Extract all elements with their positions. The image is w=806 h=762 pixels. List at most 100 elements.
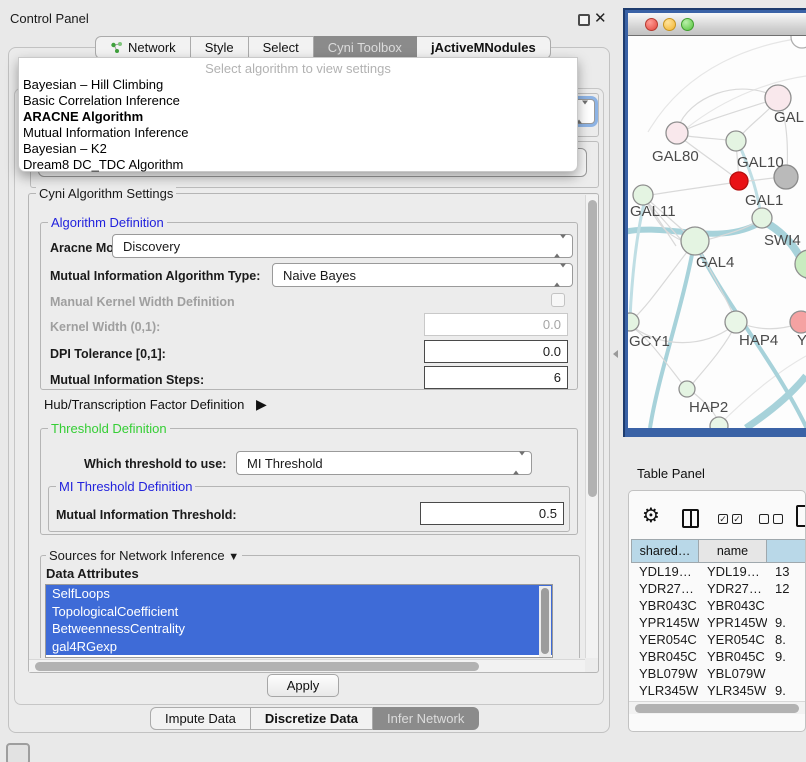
network-view-canvas[interactable]: GAL GAL80 GAL10 GAL1 GAL11 SWI4 GAL4 GCY… xyxy=(628,36,806,428)
node[interactable] xyxy=(791,36,806,48)
table-row[interactable]: YBR043CYBR043C xyxy=(631,597,806,614)
settings-vertical-scrollbar[interactable] xyxy=(585,195,598,658)
tab-impute-data[interactable]: Impute Data xyxy=(150,707,251,730)
node-hap2[interactable] xyxy=(679,381,695,397)
panel-title: Control Panel xyxy=(10,11,89,26)
node-y[interactable] xyxy=(790,311,806,333)
minimized-panel-icon[interactable] xyxy=(6,743,30,762)
popup-item-basic-correlation[interactable]: Basic Correlation Inference xyxy=(19,93,577,109)
list-vertical-scrollbar[interactable] xyxy=(539,586,551,658)
node-label: GAL11 xyxy=(630,203,676,220)
tab-discretize-data[interactable]: Discretize Data xyxy=(251,707,373,730)
hub-definition-label: Hub/Transcription Factor Definition xyxy=(44,397,244,412)
table-horizontal-scrollbar[interactable] xyxy=(629,701,806,714)
dpi-tolerance-input[interactable]: 0.0 xyxy=(424,340,568,363)
manual-kernel-checkbox[interactable] xyxy=(551,293,565,307)
cell-shared: YDL19… xyxy=(631,563,699,580)
tab-select[interactable]: Select xyxy=(249,36,314,59)
algorithm-dropdown-popup: Select algorithm to view settings Bayesi… xyxy=(18,57,578,172)
tab-jactivemnodules[interactable]: jActiveMNodules xyxy=(417,36,551,59)
scrollbar-thumb[interactable] xyxy=(588,200,597,497)
close-traffic-light-icon[interactable] xyxy=(645,18,658,31)
popup-item-dream8[interactable]: Dream8 DC_TDC Algorithm xyxy=(19,157,577,173)
list-item[interactable]: TopologicalCoefficient xyxy=(46,603,552,621)
list-item[interactable]: gal4RGexp xyxy=(46,638,552,656)
unchecked-checkbox-icon[interactable] xyxy=(759,514,769,524)
node-gal4[interactable] xyxy=(681,227,709,255)
node-label: Y xyxy=(797,332,806,349)
mi-steps-input[interactable]: 6 xyxy=(424,366,568,389)
node-gcy1[interactable] xyxy=(628,313,639,331)
page-icon[interactable] xyxy=(796,505,806,527)
table-rows[interactable]: YDL19…YDL19…13 YDR27…YDR27…12 YBR043CYBR… xyxy=(631,563,806,701)
checked-checkbox-icon[interactable]: ✓ xyxy=(732,514,742,524)
zoom-traffic-light-icon[interactable] xyxy=(681,18,694,31)
hub-definition-toggle[interactable]: Hub/Transcription Factor Definition ▶ xyxy=(44,396,267,413)
node-gal11[interactable] xyxy=(633,185,653,205)
node-gal10[interactable] xyxy=(726,131,746,151)
network-window-titlebar[interactable] xyxy=(628,13,806,36)
table-row[interactable]: YER054CYER054C8. xyxy=(631,631,806,648)
node-swi4[interactable] xyxy=(752,208,772,228)
which-threshold-select[interactable]: MI Threshold xyxy=(236,451,532,475)
cell-shared: YLR345W xyxy=(631,682,699,699)
network-graph[interactable]: GAL GAL80 GAL10 GAL1 GAL11 SWI4 GAL4 GCY… xyxy=(628,36,806,428)
collapse-arrow-icon[interactable]: ▼ xyxy=(228,551,239,563)
minimize-traffic-light-icon[interactable] xyxy=(663,18,676,31)
mi-threshold-input[interactable]: 0.5 xyxy=(420,502,564,525)
cell-shared: YBL079W xyxy=(631,665,699,682)
popup-item-aracne[interactable]: ARACNE Algorithm xyxy=(19,109,577,125)
tab-network[interactable]: Network xyxy=(95,36,191,59)
table-row[interactable]: YPR145WYPR145W9. xyxy=(631,614,806,631)
tab-cyni-toolbox[interactable]: Cyni Toolbox xyxy=(314,36,417,59)
popup-item-bayesian-hill[interactable]: Bayesian – Hill Climbing xyxy=(19,77,577,93)
tab-label: Select xyxy=(263,40,299,55)
column-layout-icon[interactable] xyxy=(682,509,699,528)
split-divider-arrow-icon[interactable] xyxy=(613,350,618,358)
unchecked-checkbox-icon[interactable] xyxy=(773,514,783,524)
scrollbar-thumb[interactable] xyxy=(541,588,549,654)
tab-infer-network[interactable]: Infer Network xyxy=(373,707,479,730)
node-gal1[interactable] xyxy=(730,172,748,190)
node-gal80[interactable] xyxy=(666,122,688,144)
table-row[interactable]: YBR045CYBR045C9. xyxy=(631,648,806,665)
mi-type-select[interactable]: Naive Bayes xyxy=(272,263,573,287)
settings-horizontal-scrollbar[interactable] xyxy=(29,659,585,672)
node-gal[interactable] xyxy=(765,85,791,111)
tab-style[interactable]: Style xyxy=(191,36,249,59)
table-row[interactable]: YDR27…YDR27…12 xyxy=(631,580,806,597)
control-panel-tabs: Network Style Select Cyni Toolbox jActiv… xyxy=(95,36,551,59)
sources-group-title[interactable]: Sources for Network Inference ▼ xyxy=(46,548,242,563)
cell-value xyxy=(767,597,806,614)
cell-name: YDR27… xyxy=(699,580,767,597)
column-header-shared[interactable]: shared… xyxy=(631,539,699,563)
gear-icon[interactable]: ⚙ xyxy=(642,506,660,526)
data-attributes-list[interactable]: SelfLoops TopologicalCoefficient Between… xyxy=(45,584,553,658)
kernel-width-input[interactable]: 0.0 xyxy=(424,313,568,336)
cyni-settings-title: Cyni Algorithm Settings xyxy=(36,186,176,201)
column-header-partial[interactable] xyxy=(767,539,806,563)
popup-item-mutual-information[interactable]: Mutual Information Inference xyxy=(19,125,577,141)
tab-label: Network xyxy=(128,40,176,55)
scrollbar-thumb[interactable] xyxy=(635,704,799,713)
table-row[interactable]: YLR345WYLR345W9. xyxy=(631,682,806,699)
aracne-mode-select[interactable]: Discovery xyxy=(112,234,573,258)
float-panel-icon[interactable] xyxy=(578,14,590,26)
checked-checkbox-icon[interactable]: ✓ xyxy=(718,514,728,524)
table-row[interactable]: YDL19…YDL19…13 xyxy=(631,563,806,580)
scrollbar-thumb[interactable] xyxy=(35,662,479,671)
list-item[interactable]: SelfLoops xyxy=(46,585,552,603)
column-header-name[interactable]: name xyxy=(699,539,767,563)
expand-arrow-icon[interactable]: ▶ xyxy=(256,396,267,412)
cell-name: YBR043C xyxy=(699,597,767,614)
list-item[interactable]: BetweennessCentrality xyxy=(46,620,552,638)
table-row[interactable]: YBL079WYBL079W xyxy=(631,665,806,682)
data-attributes-label: Data Attributes xyxy=(46,566,139,581)
node-label: GAL4 xyxy=(696,254,734,271)
close-panel-icon[interactable]: ✕ xyxy=(594,9,607,27)
popup-item-bayesian-k2[interactable]: Bayesian – K2 xyxy=(19,141,577,157)
apply-button[interactable]: Apply xyxy=(267,674,339,697)
selected-value: MI Threshold xyxy=(247,456,323,471)
node-hap4[interactable] xyxy=(725,311,747,333)
manual-kernel-label: Manual Kernel Width Definition xyxy=(50,295,235,309)
